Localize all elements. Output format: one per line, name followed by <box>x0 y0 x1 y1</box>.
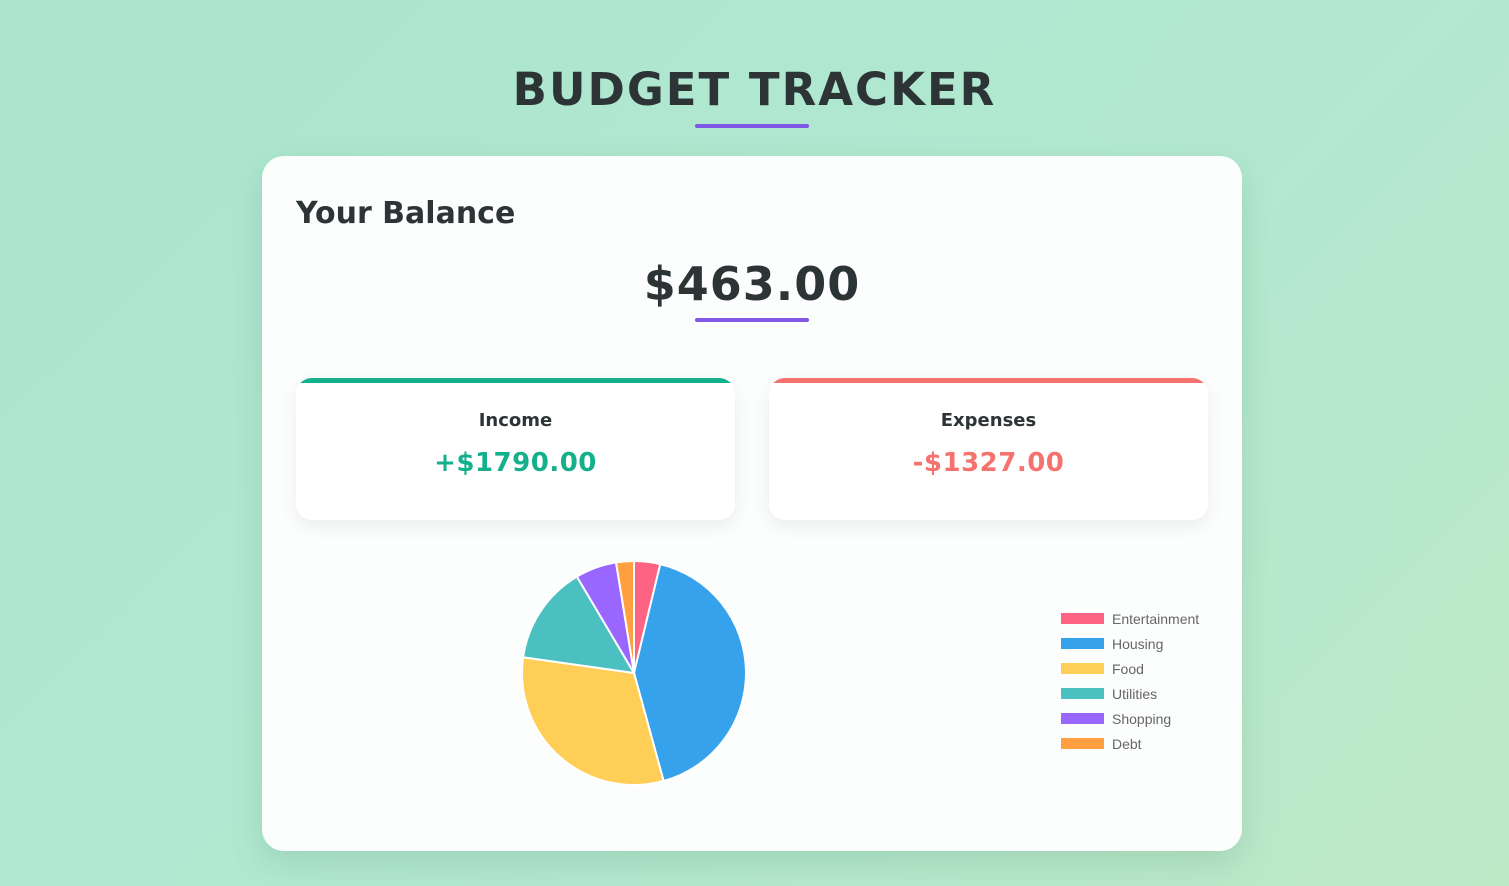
income-box: Income +$1790.00 <box>296 378 735 520</box>
legend-swatch <box>1061 713 1104 724</box>
expenses-label: Expenses <box>940 410 1037 431</box>
expense-chart: Entertainment Housing Food Utilities Shoppin… <box>296 560 1216 810</box>
title-underline <box>695 124 809 128</box>
income-accent-bar <box>296 378 735 383</box>
legend-label: Housing <box>1112 635 1164 652</box>
page-title: BUDGET TRACKER <box>512 63 997 116</box>
legend-item-utilities[interactable]: Utilities <box>1061 681 1211 706</box>
income-label: Income <box>478 410 553 431</box>
legend-label: Debt <box>1112 735 1142 752</box>
legend-item-entertainment[interactable]: Entertainment <box>1061 606 1211 631</box>
legend-label: Entertainment <box>1112 610 1200 627</box>
legend-label: Shopping <box>1112 710 1172 727</box>
balance-underline <box>695 318 809 322</box>
legend-item-food[interactable]: Food <box>1061 656 1211 681</box>
chart-legend: Entertainment Housing Food Utilities Shoppin… <box>1061 606 1211 756</box>
legend-item-shopping[interactable]: Shopping <box>1061 706 1211 731</box>
expenses-value: -$1327.00 <box>912 448 1065 478</box>
legend-item-housing[interactable]: Housing <box>1061 631 1211 656</box>
legend-swatch <box>1061 738 1104 749</box>
balance-heading: Your Balance <box>296 196 516 231</box>
legend-swatch <box>1061 613 1104 624</box>
legend-item-debt[interactable]: Debt <box>1061 731 1211 756</box>
legend-swatch <box>1061 688 1104 699</box>
expenses-box: Expenses -$1327.00 <box>769 378 1208 520</box>
expenses-accent-bar <box>769 378 1208 383</box>
balance-card: Your Balance $463.00 Income +$1790.00 Ex… <box>262 156 1242 851</box>
legend-label: Food <box>1112 660 1144 677</box>
legend-swatch <box>1061 663 1104 674</box>
income-value: +$1790.00 <box>434 448 597 478</box>
legend-swatch <box>1061 638 1104 649</box>
legend-label: Utilities <box>1112 685 1158 702</box>
balance-amount: $463.00 <box>643 257 861 311</box>
